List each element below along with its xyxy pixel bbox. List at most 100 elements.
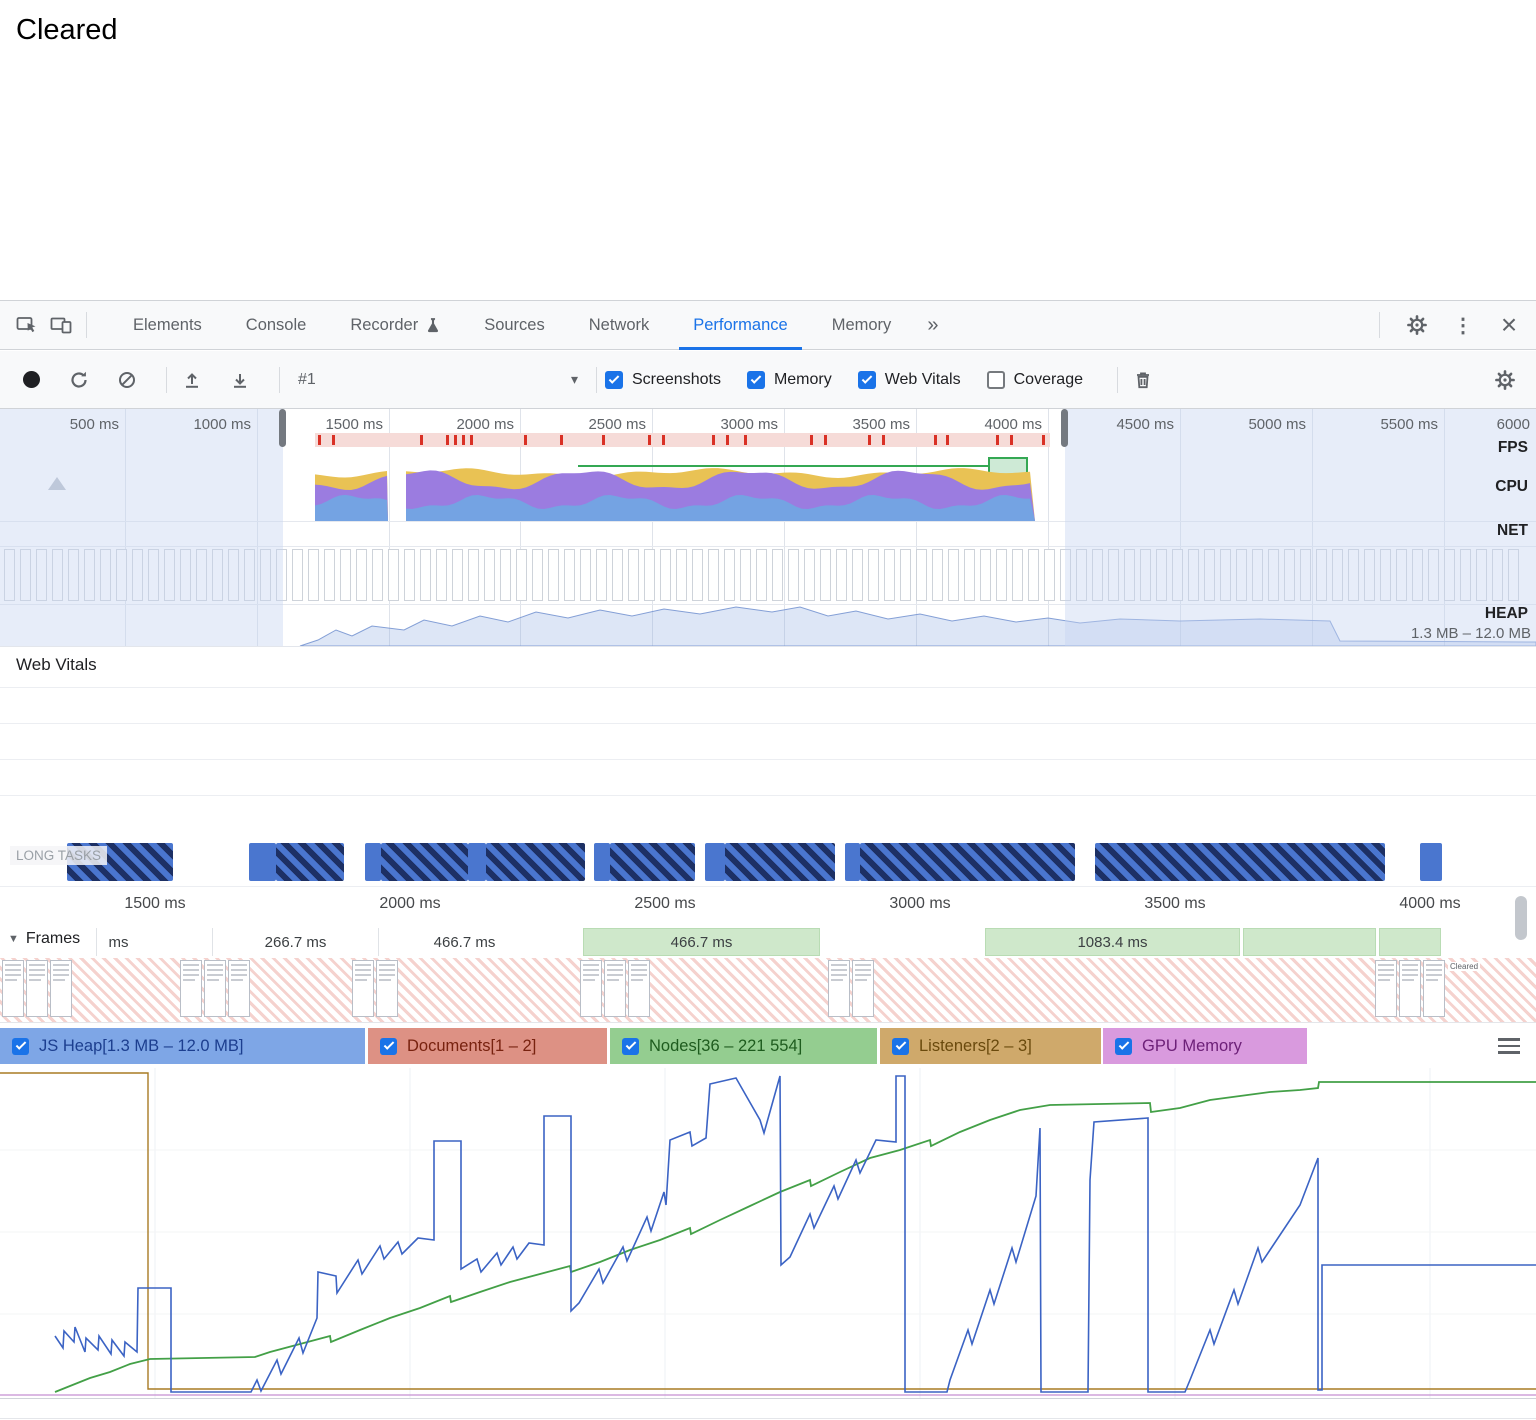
- inspect-icon[interactable]: [10, 308, 44, 342]
- frame-duration-segment[interactable]: 466.7 ms: [583, 928, 820, 956]
- save-profile-icon[interactable]: [223, 363, 257, 397]
- memory-checkbox[interactable]: Memory: [746, 370, 832, 389]
- coverage-checkbox[interactable]: Coverage: [986, 370, 1083, 389]
- settings-gear-icon[interactable]: [1400, 308, 1434, 342]
- frame-duration-segment[interactable]: [1379, 928, 1441, 956]
- more-tabs-button[interactable]: »: [913, 314, 952, 337]
- long-task-bar: [468, 843, 486, 881]
- timeline-overview[interactable]: 500 ms 1000 ms 1500 ms 2000 ms 2500 ms 3000 m…: [0, 409, 1536, 646]
- checkbox-box[interactable]: [1115, 1037, 1132, 1055]
- vertical-scrollbar[interactable]: [1515, 896, 1527, 940]
- screenshot-thumbnail[interactable]: [1399, 960, 1421, 1017]
- screenshot-thumbnail[interactable]: [2, 960, 24, 1017]
- counter-chip-label: GPU Memory: [1142, 1036, 1242, 1055]
- tab-network[interactable]: Network: [567, 301, 672, 349]
- selection-handle-right[interactable]: [1061, 409, 1068, 447]
- filmstrip-cleared-label: Cleared: [1448, 962, 1481, 971]
- frame-duration-segment[interactable]: 1083.4 ms: [985, 928, 1240, 956]
- capture-settings-gear-icon[interactable]: [1488, 363, 1522, 397]
- trash-icon[interactable]: [1126, 363, 1160, 397]
- tab-label: Recorder: [350, 315, 419, 334]
- reload-icon[interactable]: [62, 363, 96, 397]
- screenshot-thumbnail[interactable]: [204, 960, 226, 1017]
- clear-icon[interactable]: [110, 363, 144, 397]
- tab-elements[interactable]: Elements: [111, 301, 224, 349]
- divider: [1116, 366, 1118, 393]
- overview-time-label: 5500 ms: [1380, 416, 1438, 433]
- checkbox-label: Web Vitals: [884, 370, 961, 388]
- tab-performance[interactable]: Performance: [671, 301, 809, 350]
- load-profile-icon[interactable]: [175, 363, 209, 397]
- counter-chip-js-heap[interactable]: JS Heap[1.3 MB – 12.0 MB]: [0, 1028, 365, 1064]
- selection-handle-left[interactable]: [279, 409, 286, 447]
- checkbox-box[interactable]: [892, 1037, 909, 1055]
- tab-list: Elements Console Recorder Sources Network Per…: [111, 301, 914, 350]
- checkbox-box[interactable]: [857, 370, 876, 389]
- record-icon[interactable]: [14, 363, 48, 397]
- web-vitals-checkbox[interactable]: Web Vitals: [857, 370, 961, 389]
- screenshot-thumbnail[interactable]: [852, 960, 874, 1017]
- dropdown-caret-icon[interactable]: ▾: [571, 371, 578, 388]
- long-tasks-lane[interactable]: LONG TASKS: [0, 838, 1536, 886]
- counter-chip-label: Documents[1 – 2]: [407, 1036, 537, 1055]
- screenshot-thumbnail[interactable]: [376, 960, 398, 1017]
- screenshot-thumbnail[interactable]: [604, 960, 626, 1017]
- overview-time-label: 2500 ms: [588, 416, 646, 433]
- screenshot-thumbnail[interactable]: [628, 960, 650, 1017]
- checkbox-box[interactable]: [605, 370, 623, 389]
- frame-duration-segment[interactable]: 466.7 ms: [378, 928, 550, 956]
- screenshot-thumbnail[interactable]: [26, 960, 48, 1017]
- tab-sources[interactable]: Sources: [462, 301, 567, 349]
- screenshot-thumbnail[interactable]: [50, 960, 72, 1017]
- counter-chip-gpu-memory[interactable]: GPU Memory: [1103, 1028, 1307, 1064]
- frame-duration-label: 466.7 ms: [433, 933, 496, 951]
- checkbox-box[interactable]: [986, 370, 1005, 389]
- frame-duration-segment[interactable]: [1243, 928, 1376, 956]
- overview-time-label: 6000: [1496, 416, 1530, 433]
- checkbox-box[interactable]: [746, 370, 765, 389]
- screenshot-thumbnail[interactable]: [352, 960, 374, 1017]
- screenshot-thumbnail[interactable]: [1375, 960, 1397, 1017]
- counter-chip-label: Nodes[36 – 221 554]: [649, 1036, 803, 1055]
- counter-chip-listeners[interactable]: Listeners[2 – 3]: [880, 1028, 1101, 1064]
- tab-console[interactable]: Console: [224, 301, 329, 349]
- screenshot-thumbnail[interactable]: [580, 960, 602, 1017]
- performance-toolbar: #1 ▾ Screenshots Memory Web Vitals Coverage: [0, 351, 1536, 409]
- device-toolbar-icon[interactable]: [44, 308, 78, 342]
- screenshot-thumbnail[interactable]: [828, 960, 850, 1017]
- session-select[interactable]: #1 ▾: [288, 371, 588, 389]
- close-icon[interactable]: ×: [1492, 308, 1526, 342]
- screenshots-checkbox[interactable]: Screenshots: [605, 370, 721, 389]
- overview-time-label: 5000 ms: [1248, 416, 1306, 433]
- screenshot-thumbnail[interactable]: [1423, 960, 1445, 1017]
- memory-chart-canvas[interactable]: [0, 1068, 1536, 1398]
- overview-time-label: 3000 ms: [720, 416, 778, 433]
- lane-label-cpu: CPU: [1495, 478, 1528, 495]
- lane-label-net: NET: [1497, 522, 1528, 539]
- hamburger-menu-icon[interactable]: [1498, 1038, 1520, 1054]
- screenshot-filmstrip[interactable]: Cleared: [0, 958, 1536, 1022]
- memory-counters-chart[interactable]: [0, 1068, 1536, 1398]
- checkbox-box[interactable]: [622, 1037, 639, 1055]
- overview-time-label: 1500 ms: [325, 416, 383, 433]
- frame-duration-segment[interactable]: ms: [96, 928, 140, 956]
- screenshot-thumbnail[interactable]: [180, 960, 202, 1017]
- frames-expander-icon[interactable]: ▼: [8, 933, 19, 945]
- frame-duration-segment[interactable]: 266.7 ms: [212, 928, 378, 956]
- frames-header[interactable]: ▼ Frames: [8, 930, 86, 948]
- overview-time-label: 1000 ms: [193, 416, 251, 433]
- web-vitals-label: Web Vitals: [16, 655, 97, 674]
- tab-recorder[interactable]: Recorder: [328, 301, 462, 349]
- checkbox-box[interactable]: [380, 1037, 397, 1055]
- overview-time-label: 4000 ms: [984, 416, 1042, 433]
- screenshot-thumbnail[interactable]: [228, 960, 250, 1017]
- tab-memory[interactable]: Memory: [810, 301, 914, 349]
- series-js-heap: [54, 1075, 1536, 1393]
- counter-chip-label: JS Heap[1.3 MB – 12.0 MB]: [39, 1036, 244, 1055]
- counter-chip-nodes[interactable]: Nodes[36 – 221 554]: [610, 1028, 877, 1064]
- counter-chip-label: Listeners[2 – 3]: [919, 1036, 1032, 1055]
- frame-duration-label: 1083.4 ms: [1077, 933, 1148, 951]
- kebab-menu-icon[interactable]: ⋮: [1446, 308, 1480, 342]
- counter-chip-documents[interactable]: Documents[1 – 2]: [368, 1028, 607, 1064]
- checkbox-box[interactable]: [12, 1037, 29, 1055]
